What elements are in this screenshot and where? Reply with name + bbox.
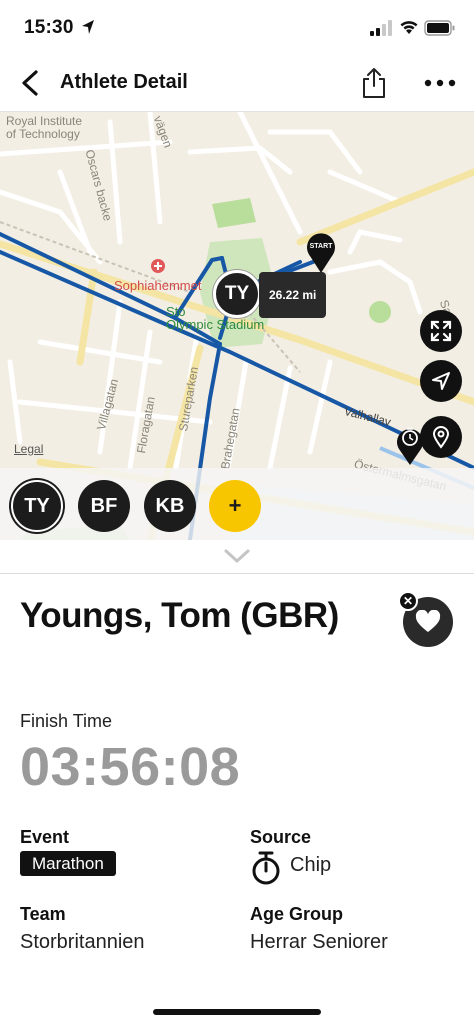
team-label: Team xyxy=(20,904,66,924)
source-value: Chip xyxy=(290,854,332,876)
athlete-name: Youngs, Tom (GBR) xyxy=(20,596,339,635)
navigation-arrow-icon xyxy=(432,372,450,390)
finish-time-label: Finish Time xyxy=(20,711,113,731)
location-arrow-icon xyxy=(82,20,94,34)
athlete-chip-bf[interactable]: BF xyxy=(78,480,130,532)
event-label: Event xyxy=(20,827,70,847)
heart-icon xyxy=(415,610,441,632)
distance-bubble: 26.22 mi xyxy=(259,272,327,318)
wifi-icon xyxy=(400,21,418,34)
athlete-selector: TY BF KB + xyxy=(0,468,474,540)
battery-icon xyxy=(424,20,455,36)
source-label: Source xyxy=(250,827,312,847)
finish-time-value: 03:56:08 xyxy=(20,737,241,797)
status-bar: 15:30 xyxy=(0,0,474,56)
map-label-royal: Royal Institute of Technology xyxy=(6,114,83,141)
start-pin-label: START xyxy=(310,243,334,250)
location-pin-button[interactable] xyxy=(420,416,462,458)
stopwatch-icon xyxy=(252,851,280,885)
share-icon[interactable] xyxy=(360,66,388,100)
athlete-position-marker[interactable]: TY xyxy=(213,270,261,318)
remove-favorite-close-icon[interactable]: ✕ xyxy=(398,591,418,611)
age-group-value: Herrar Seniorer xyxy=(250,931,388,953)
age-group-label: Age Group xyxy=(250,904,343,924)
map-legal-link[interactable]: Legal xyxy=(14,442,43,456)
add-athlete-button[interactable]: + xyxy=(209,480,261,532)
map-label-sophiahemmet: Sophiahemmet xyxy=(114,278,202,293)
start-pin-icon: START xyxy=(307,233,335,273)
expand-map-button[interactable] xyxy=(420,310,462,352)
navigation-bar: Athlete Detail xyxy=(0,56,474,112)
athlete-chip-kb[interactable]: KB xyxy=(144,480,196,532)
chevron-left-icon[interactable] xyxy=(16,68,44,98)
my-location-button[interactable] xyxy=(420,360,462,402)
page-title: Athlete Detail xyxy=(60,71,188,93)
event-badge: Marathon xyxy=(20,851,116,876)
chevron-down-icon xyxy=(224,549,250,563)
home-indicator[interactable] xyxy=(153,1009,321,1015)
athlete-chip-ty[interactable]: TY xyxy=(11,480,63,532)
team-value: Storbritannien xyxy=(20,931,145,953)
collapse-handle[interactable] xyxy=(0,540,474,574)
expand-icon xyxy=(430,320,452,342)
cellular-signal-icon xyxy=(370,20,392,36)
route-map[interactable]: Royal Institute of Technology Oscars bac… xyxy=(0,112,474,540)
more-icon[interactable] xyxy=(424,78,456,88)
location-pin-icon xyxy=(432,426,450,449)
status-time: 15:30 xyxy=(24,17,74,38)
